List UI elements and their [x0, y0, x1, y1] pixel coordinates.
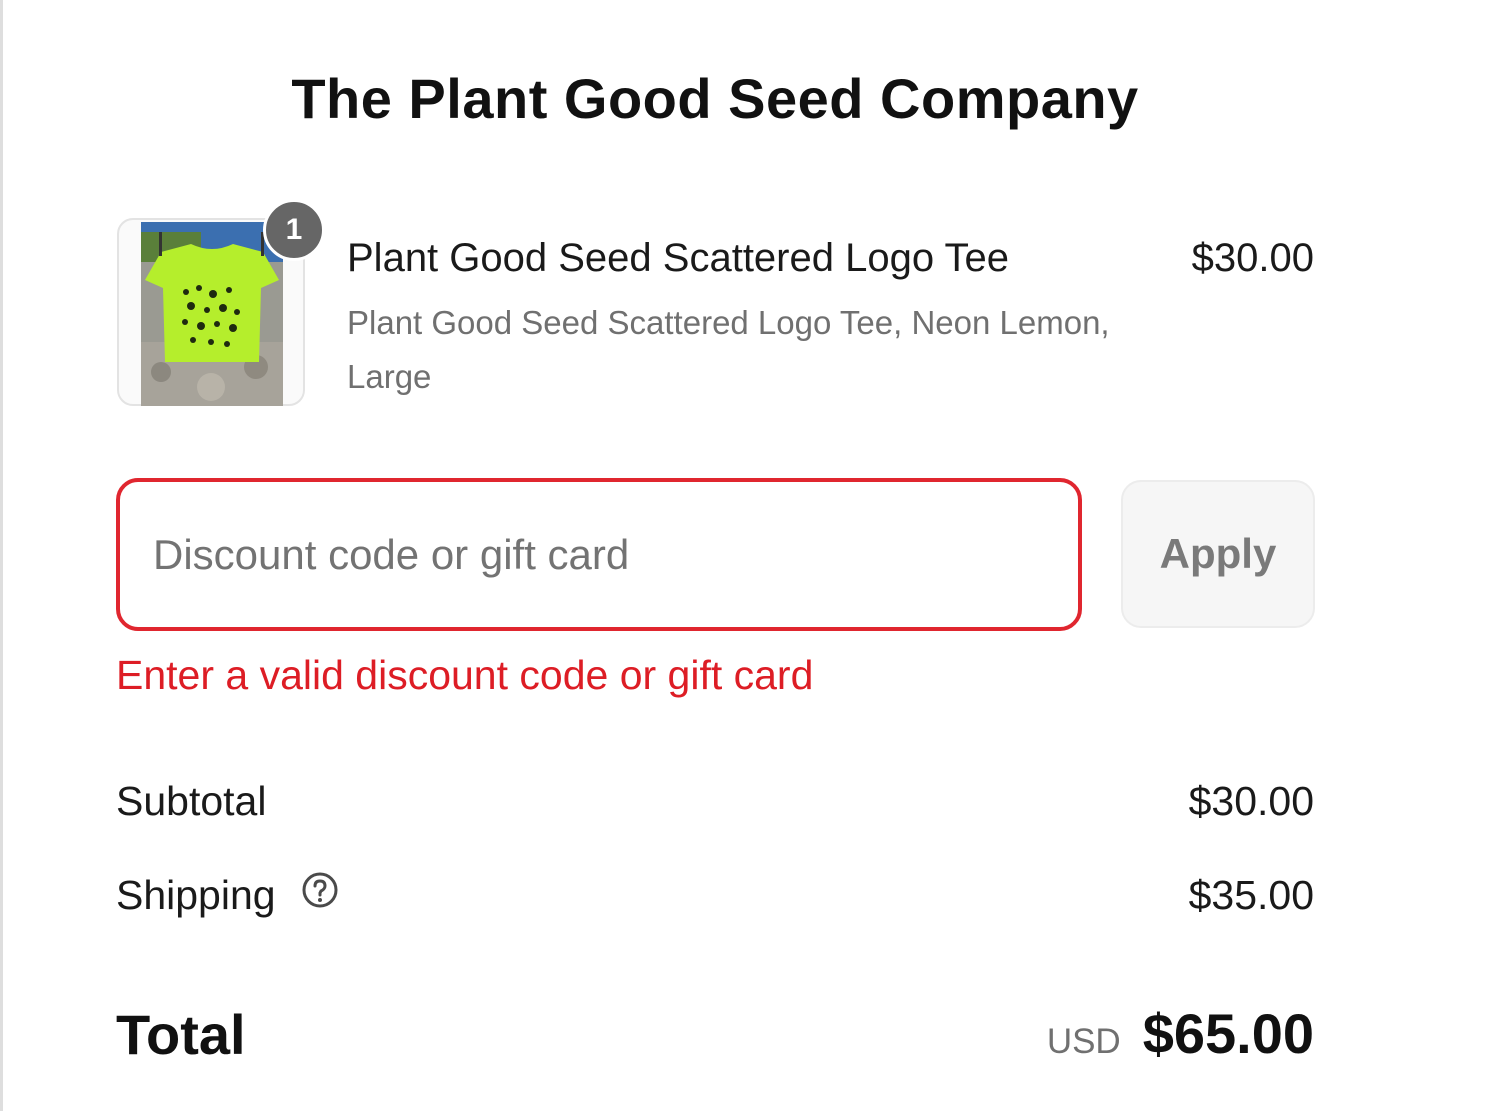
- total-value: $65.00: [1142, 1002, 1314, 1065]
- product-name: Plant Good Seed Scattered Logo Tee: [347, 236, 1009, 280]
- quantity-badge: 1: [263, 199, 325, 261]
- shipping-row: Shipping: [116, 872, 339, 919]
- question-circle-icon[interactable]: [301, 871, 339, 919]
- page-divider: [0, 0, 3, 1111]
- apply-button[interactable]: Apply: [1121, 480, 1315, 628]
- discount-error-message: Enter a valid discount code or gift card: [116, 652, 814, 698]
- product-variant: Plant Good Seed Scattered Logo Tee, Neon…: [347, 304, 1110, 395]
- product-price: $30.00: [1191, 236, 1314, 280]
- total-label: Total: [116, 1003, 246, 1066]
- currency-code: USD: [1046, 1022, 1121, 1061]
- shipping-label: Shipping: [116, 872, 276, 918]
- tshirt-photo-icon: [141, 222, 283, 406]
- subtotal-label: Subtotal: [116, 778, 267, 824]
- subtotal-value: $30.00: [1188, 778, 1314, 824]
- discount-code-input[interactable]: [116, 478, 1082, 631]
- store-title[interactable]: The Plant Good Seed Company: [0, 66, 1430, 131]
- shipping-value: $35.00: [1188, 872, 1314, 918]
- total-amount: USD $65.00: [1047, 1001, 1314, 1066]
